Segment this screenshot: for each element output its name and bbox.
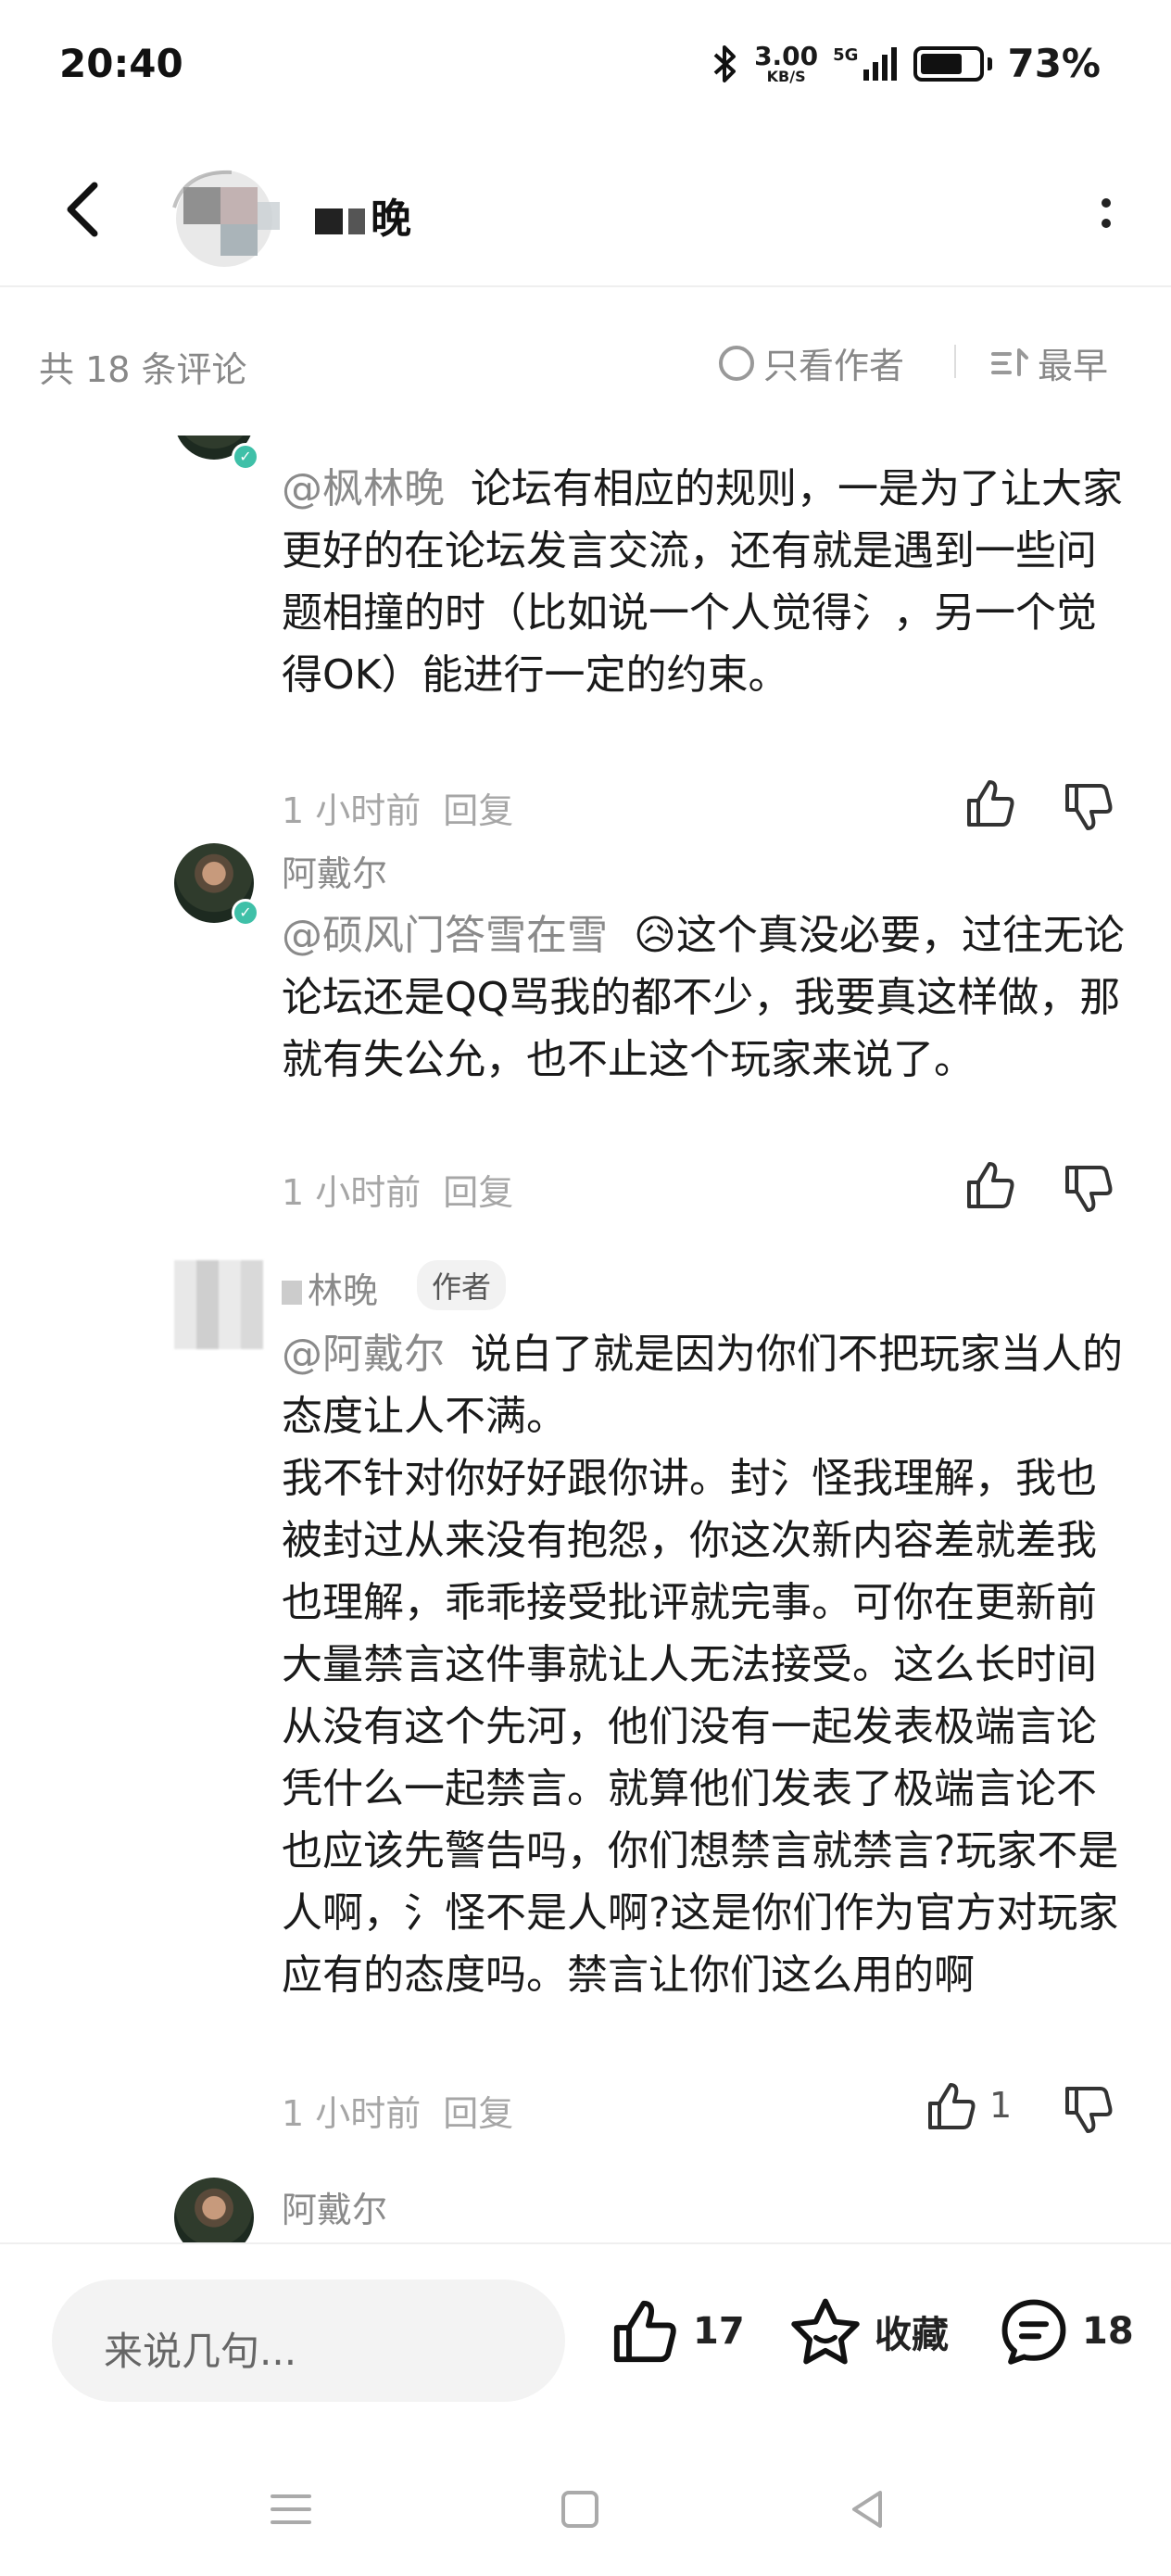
comment-body: 说白了就是因为你们不把玩家当人的态度让人不满。 我不针对你好好跟你讲。封氵怪我理… [282,1331,1123,1999]
comment-time: 1 小时前 [282,790,422,831]
verified-badge-icon: ✓ [232,443,259,471]
signal-indicator: 5G [833,45,899,82]
comment-item: 阿戴尔 [0,2178,1171,2242]
signal-label: 5G [833,44,859,65]
home-icon[interactable] [554,2483,606,2535]
verified-badge-icon: ✓ [232,899,259,927]
commenter-name[interactable]: 阿戴尔 [282,2181,387,2232]
thumbs-down-icon[interactable] [1062,2083,1115,2137]
sort-icon [991,347,1028,376]
comment-item: 林晚 作者 @阿戴尔 说白了就是因为你们不把玩家当人的态度让人不满。 我不针对你… [0,1260,1171,2178]
signal-bars-icon [863,46,898,81]
like-count: 1 [989,2085,1013,2126]
thumbs-up-icon [613,2300,676,2363]
mention-link[interactable]: @硕风门答雪在雪 [282,912,608,959]
reply-button[interactable]: 回复 [443,2093,513,2134]
battery-percent: 73% [1007,41,1101,86]
commenter-name-text: 林晚 [308,1270,379,1311]
post-header: 晚 [0,139,1171,287]
menu-icon[interactable] [265,2483,317,2535]
commenter-avatar[interactable] [174,2178,254,2242]
redacted-block [315,208,343,234]
thumbs-down-icon[interactable] [1062,1162,1115,1216]
comment-bubble-icon [1001,2299,1066,2365]
battery-body [913,45,985,82]
comment-meta: 1 小时前 回复 [282,2085,513,2136]
status-time: 20:40 [59,41,183,86]
comment-meta: 1 小时前 回复 [282,782,513,833]
commenter-avatar[interactable] [174,1260,263,1349]
author-tag: 作者 [417,1260,507,1310]
thumbs-up-icon[interactable] [963,777,1017,830]
redacted-block [348,208,365,234]
thumbs-up-icon[interactable] [963,1158,1017,1212]
comment-item: ✓ 阿戴尔 @硕风门答雪在雪 😥这个真没必要，过往无论论坛还是QQ骂我的都不少，… [0,843,1171,1260]
comment-count: 共 18 条评论 [39,349,247,390]
comments-button[interactable]: 18 [999,2296,1134,2367]
star-icon [791,2298,860,2365]
redacted-block [282,1281,302,1305]
net-speed-value: 3.00 [754,40,819,71]
sad-emoji-icon: 😥 [633,912,676,959]
commenter-name[interactable]: 林晚 [282,1262,378,1313]
only-author-toggle[interactable]: 只看作者 [719,337,904,388]
status-bar: 20:40 3.00 KB/S 5G 73% [0,0,1171,139]
comment-text: @硕风门答雪在雪 😥这个真没必要，过往无论论坛还是QQ骂我的都不少，我要真这样做… [282,904,1125,1091]
thumbs-down-icon[interactable] [1062,780,1115,834]
battery-icon [913,45,993,82]
net-speed: 3.00 KB/S [754,40,819,85]
comment-text: @枫林晚 论坛有相应的规则，一是为了让大家更好的在论坛发言交流，还有就是遇到一些… [282,458,1125,706]
mention-link[interactable]: @枫林晚 [282,465,445,512]
battery-fill [921,53,963,74]
system-nav-bar [0,2437,1171,2576]
sort-button[interactable]: 最早 [991,337,1108,388]
divider [954,345,956,378]
bluetooth-icon [713,44,737,82]
back-icon[interactable] [48,172,122,246]
radio-icon [719,345,754,381]
like-count: 17 [693,2310,745,2353]
reply-button[interactable]: 回复 [443,1172,513,1213]
comment-text: @阿戴尔 说白了就是因为你们不把玩家当人的态度让人不满。 我不针对你好好跟你讲。… [282,1323,1125,2006]
comment-input-placeholder: 来说几句... [104,2329,297,2374]
thumbs-up-icon[interactable] [925,2079,978,2133]
comment-time: 1 小时前 [282,1172,422,1213]
reply-button[interactable]: 回复 [443,790,513,831]
comment-meta: 1 小时前 回复 [282,1164,513,1215]
comment-time: 1 小时前 [282,2093,422,2134]
author-name-text: 晚 [371,196,411,243]
battery-tip [988,57,993,70]
sort-label: 最早 [1038,346,1109,386]
mention-link[interactable]: @阿戴尔 [282,1331,445,1378]
comment-item: ✓ @枫林晚 论坛有相应的规则，一是为了让大家更好的在论坛发言交流，还有就是遇到… [0,436,1171,843]
commenter-name[interactable]: 阿戴尔 [282,845,387,896]
comments-toolbar: 共 18 条评论 只看作者 最早 [0,287,1171,436]
like-button[interactable]: 17 [610,2296,745,2367]
net-speed-unit: KB/S [766,67,806,85]
favorite-button[interactable]: 收藏 [789,2296,949,2367]
more-options-icon[interactable] [1069,176,1143,250]
status-icons: 3.00 KB/S 5G 73% [711,41,1101,86]
comment-input[interactable]: 来说几句... [52,2279,565,2402]
screen: 20:40 3.00 KB/S 5G 73% 晚 共 18 条评论 只看作者 最… [0,0,1171,2576]
back-nav-icon[interactable] [841,2483,893,2535]
favorite-label: 收藏 [875,2314,949,2356]
comment-count-badge: 18 [1082,2310,1134,2353]
bottom-action-bar: 来说几句... 17 收藏 18 [0,2242,1171,2437]
comment-list: ✓ @枫林晚 论坛有相应的规则，一是为了让大家更好的在论坛发言交流，还有就是遇到… [0,436,1171,2242]
author-name[interactable]: 晚 [315,185,411,245]
only-author-label: 只看作者 [763,346,905,386]
author-avatar[interactable] [167,161,296,272]
